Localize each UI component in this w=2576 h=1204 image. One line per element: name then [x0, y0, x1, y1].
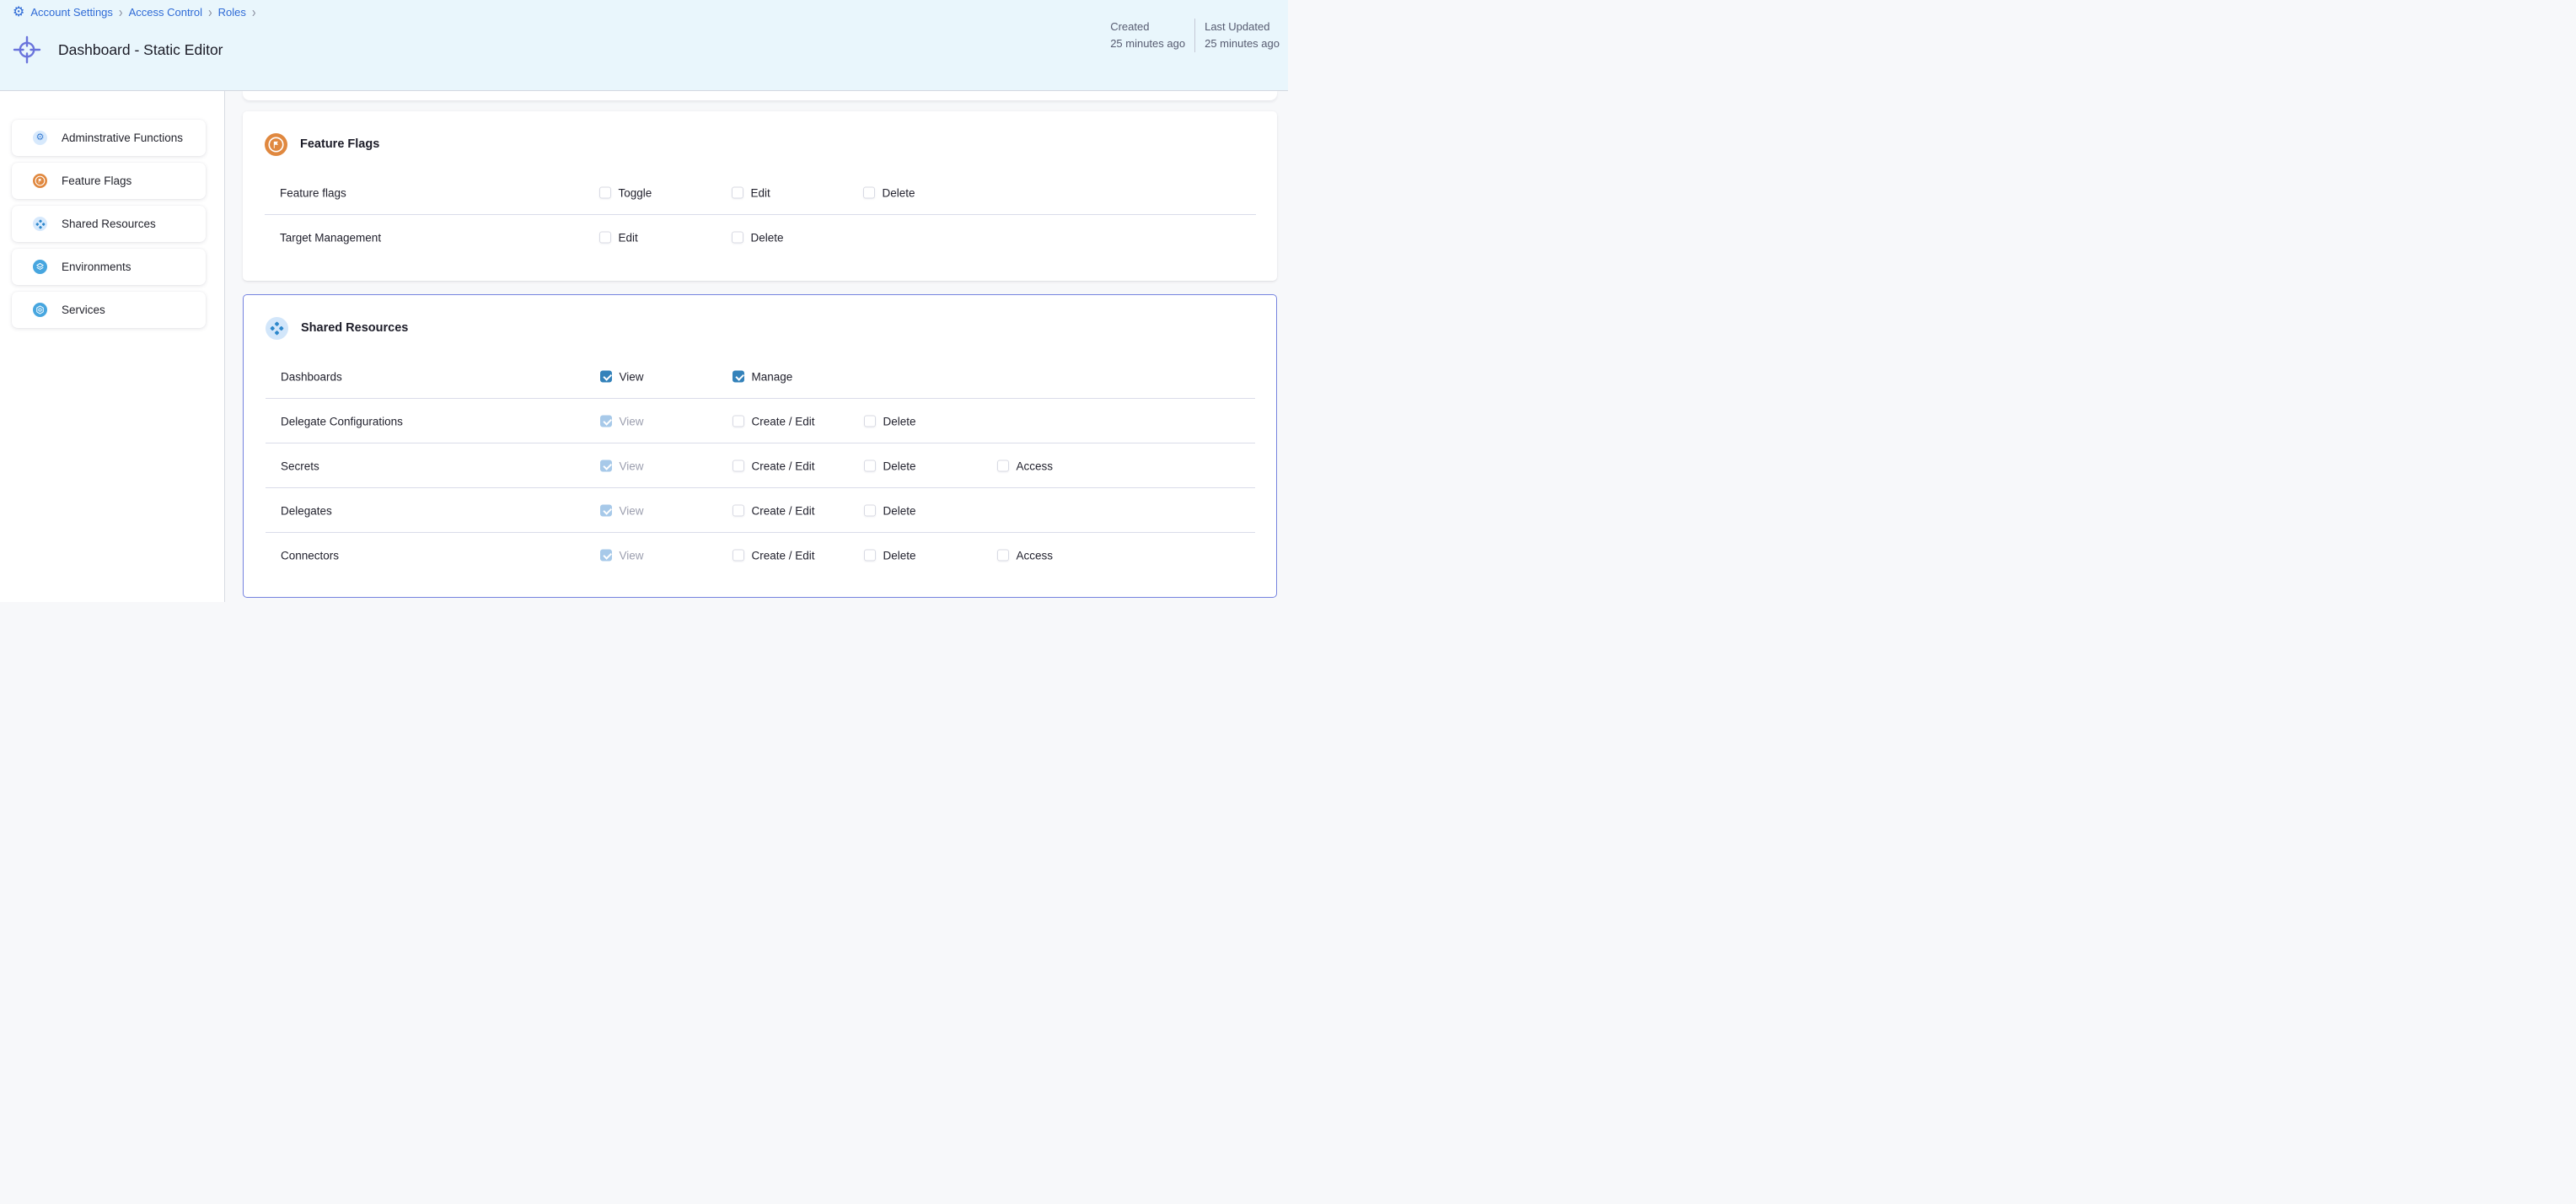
section-title: Shared Resources	[301, 321, 408, 335]
resource-group-sidebar: ⚙ Adminstrative Functions Feature Flags …	[0, 90, 225, 602]
permission-access[interactable]: Access	[997, 460, 1053, 472]
gear-icon: ⚙	[13, 7, 24, 19]
permission-edit[interactable]: Edit	[732, 186, 770, 199]
resource-row-feature-flags: Feature flags Toggle Edit Delete	[243, 170, 1277, 215]
breadcrumb-roles[interactable]: Roles	[218, 6, 246, 19]
services-icon	[33, 303, 47, 317]
section-title: Feature Flags	[300, 137, 379, 151]
permission-delete[interactable]: Delete	[864, 504, 916, 517]
checkbox[interactable]	[733, 505, 744, 517]
checkbox[interactable]	[864, 416, 876, 427]
section-card-feature-flags: Feature Flags Feature flags Toggle Edit …	[243, 111, 1277, 281]
checkbox[interactable]	[599, 187, 611, 199]
section-card-shared-resources: Shared Resources Dashboards View Manage …	[243, 294, 1277, 598]
permission-delete[interactable]: Delete	[864, 460, 916, 472]
chevron-right-icon: ›	[252, 5, 256, 19]
role-meta: Created 25 minutes ago Last Updated 25 m…	[1110, 19, 1280, 52]
checkbox	[600, 505, 612, 517]
page-title: Dashboard - Static Editor	[58, 41, 223, 59]
breadcrumb-access-control[interactable]: Access Control	[129, 6, 202, 19]
created-label: Created	[1110, 19, 1185, 35]
permission-view: View	[600, 549, 644, 562]
permission-toggle[interactable]: Toggle	[599, 186, 652, 199]
last-updated-value: 25 minutes ago	[1205, 35, 1280, 52]
sidebar-item-environments[interactable]: Environments	[12, 249, 206, 285]
checkbox[interactable]	[864, 550, 876, 562]
scrolled-card-edge	[243, 90, 1277, 100]
permission-delete[interactable]: Delete	[864, 415, 916, 427]
checkbox	[600, 416, 612, 427]
environments-icon	[33, 260, 47, 274]
chevron-right-icon: ›	[208, 5, 212, 19]
permissions-panel: Feature Flags Feature flags Toggle Edit …	[225, 90, 1288, 602]
checkbox[interactable]	[864, 505, 876, 517]
meta-divider	[1194, 19, 1195, 52]
permission-edit[interactable]: Edit	[599, 231, 638, 244]
checkbox[interactable]	[863, 187, 875, 199]
checkbox[interactable]	[733, 371, 744, 383]
resource-row-connectors: Connectors View Create / Edit Delete Acc…	[244, 533, 1276, 578]
checkbox[interactable]	[733, 550, 744, 562]
shared-resources-icon	[33, 217, 47, 231]
permission-create-edit[interactable]: Create / Edit	[733, 504, 815, 517]
checkbox	[600, 550, 612, 562]
permission-access[interactable]: Access	[997, 549, 1053, 562]
checkbox[interactable]	[599, 232, 611, 244]
permission-view: View	[600, 415, 644, 427]
permission-manage[interactable]: Manage	[733, 370, 792, 383]
last-updated-label: Last Updated	[1205, 19, 1280, 35]
checkbox[interactable]	[732, 232, 743, 244]
permission-view: View	[600, 460, 644, 472]
permission-view: View	[600, 504, 644, 517]
resource-row-secrets: Secrets View Create / Edit Delete Access	[244, 443, 1276, 488]
checkbox[interactable]	[733, 416, 744, 427]
sidebar-item-shared-resources[interactable]: Shared Resources	[12, 206, 206, 242]
permission-create-edit[interactable]: Create / Edit	[733, 460, 815, 472]
page-header: ⚙ Account Settings › Access Control › Ro…	[0, 0, 1288, 91]
permission-delete[interactable]: Delete	[732, 231, 784, 244]
resource-row-delegates: Delegates View Create / Edit Delete	[244, 488, 1276, 533]
shared-resources-icon	[266, 317, 288, 340]
permission-create-edit[interactable]: Create / Edit	[733, 549, 815, 562]
sidebar-item-administrative-functions[interactable]: ⚙ Adminstrative Functions	[12, 120, 206, 156]
resource-row-delegate-configurations: Delegate Configurations View Create / Ed…	[244, 399, 1276, 443]
permission-create-edit[interactable]: Create / Edit	[733, 415, 815, 427]
checkbox[interactable]	[600, 371, 612, 383]
created-value: 25 minutes ago	[1110, 35, 1185, 52]
checkbox[interactable]	[732, 187, 743, 199]
permission-view[interactable]: View	[600, 370, 644, 383]
sidebar-item-services[interactable]: Services	[12, 292, 206, 328]
flag-icon	[265, 133, 287, 156]
breadcrumb-account-settings[interactable]: Account Settings	[30, 6, 113, 19]
chevron-right-icon: ›	[119, 5, 123, 19]
role-target-icon	[12, 35, 42, 65]
checkbox[interactable]	[864, 460, 876, 472]
sidebar-item-feature-flags[interactable]: Feature Flags	[12, 163, 206, 199]
breadcrumb: ⚙ Account Settings › Access Control › Ro…	[13, 6, 256, 19]
checkbox	[600, 460, 612, 472]
permission-delete[interactable]: Delete	[863, 186, 915, 199]
gear-icon: ⚙	[33, 131, 47, 145]
resource-row-dashboards: Dashboards View Manage	[244, 354, 1276, 399]
resource-row-target-management: Target Management Edit Delete	[243, 215, 1277, 260]
checkbox[interactable]	[733, 460, 744, 472]
checkbox[interactable]	[997, 550, 1009, 562]
flag-icon	[33, 174, 47, 188]
checkbox[interactable]	[997, 460, 1009, 472]
permission-delete[interactable]: Delete	[864, 549, 916, 562]
